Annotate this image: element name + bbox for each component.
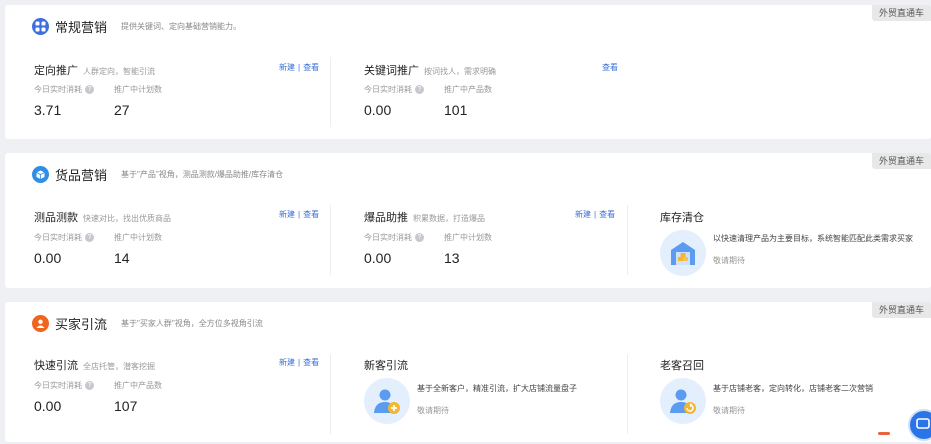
card-actions: 新建 | 查看 [279,358,320,367]
card-title: 库存清仓 [660,212,704,224]
divider [627,354,628,434]
card-title: 关键词推广 按词找人，需求明确 [364,65,496,77]
card-new-customer-traffic[interactable]: 新客引流 基于全新客户，精准引流，扩大店铺流量盘子 敬请期待 [364,357,619,429]
goods-marketing-section: 外贸直通车 货品营销 基于"产品"视角，测品测款/爆品助推/库存清仓 测品测款快… [5,153,931,288]
section-header: 买家引流 基于"买家人群"视角，全方位多视角引流 [32,314,263,333]
stat-spend-value: 0.00 [364,250,392,266]
card-title: 爆品助推 积累数据，打造爆品 [364,212,485,224]
card-subtitle: 按词找人，需求明确 [424,67,496,76]
view-button[interactable]: 查看 [303,358,319,367]
stat-products-label: 推广中产品数 [114,381,162,390]
section-tag: 外贸直通车 [871,153,931,169]
section-tag: 外贸直通车 [871,5,931,21]
stat-plans-label: 推广中计划数 [114,85,162,94]
stat-products-value: 101 [444,102,468,118]
feature-desc: 基于店铺老客，定向转化，店铺老客二次营销 [713,384,873,393]
section-title: 常规营销 [55,20,108,35]
regular-marketing-section: 外贸直通车 常规营销 提供关键词、定向基础营销能力。 定向推广 人群定向，智能引流… [5,5,931,139]
stat-spend-label: 今日实时消耗? [364,232,424,243]
stat-spend-value: 3.71 [34,102,62,118]
stat-plans-value: 13 [444,250,460,266]
card-keyword-promotion: 关键词推广 按词找人，需求明确 查看 今日实时消耗? 推广中产品数 0.00 10… [364,62,624,122]
divider [330,57,331,127]
card-subtitle: 全店托管，潜客挖掘 [83,362,155,371]
new-button[interactable]: 新建 [575,210,591,219]
card-targeted-promotion: 定向推广 人群定向，智能引流 新建 | 查看 今日实时消耗? 推广中计划数 3.71 … [34,62,324,122]
stat-plans-label: 推广中计划数 [114,233,162,242]
help-icon[interactable]: ? [415,233,424,242]
card-actions: 查看 [602,62,618,73]
card-subtitle: 积累数据，打造爆品 [413,214,485,223]
help-icon[interactable]: ? [85,381,94,390]
view-button[interactable]: 查看 [602,63,618,72]
stat-spend-value: 0.00 [34,250,62,266]
stat-products-label: 推广中产品数 [444,85,492,94]
card-title: 测品测款 快速对比，找出优质商品 [34,212,171,224]
section-title: 买家引流 [55,317,108,332]
grid-icon [32,18,49,35]
section-tag: 外贸直通车 [871,302,931,318]
divider [627,205,628,275]
card-title: 新客引流 [364,360,408,372]
view-button[interactable]: 查看 [303,210,319,219]
feature-desc: 基于全新客户，精准引流，扩大店铺流量盘子 [417,384,577,393]
stat-spend-label: 今日实时消耗? [34,84,94,95]
box-icon [32,166,49,183]
stat-plans-value: 14 [114,250,130,266]
card-actions: 新建 | 查看 [279,63,320,72]
feature-desc: 以快速清理产品为主要目标，系统智能匹配此类需求买家 [713,234,913,243]
warehouse-icon [660,230,706,276]
coming-soon-label: 敬请期待 [713,256,745,265]
divider [330,354,331,434]
section-desc: 基于"产品"视角，测品测款/爆品助推/库存清仓 [121,170,284,179]
card-old-customer-recall[interactable]: 老客召回 基于店铺老客，定向转化，店铺老客二次营销 敬请期待 [660,357,900,429]
buyer-traffic-section: 外贸直通车 买家引流 基于"买家人群"视角，全方位多视角引流 快速引流 全店托管，… [5,302,931,442]
view-button[interactable]: 查看 [303,63,319,72]
floating-assistant-button[interactable] [908,409,931,441]
help-icon[interactable]: ? [415,85,424,94]
new-button[interactable]: 新建 [279,210,295,219]
stat-spend-label: 今日实时消耗? [364,84,424,95]
stat-plans-value: 27 [114,102,130,118]
section-desc: 提供关键词、定向基础营销能力。 [121,22,242,31]
section-header: 货品营销 基于"产品"视角，测品测款/爆品助推/库存清仓 [32,165,283,184]
stat-spend-label: 今日实时消耗? [34,232,94,243]
new-button[interactable]: 新建 [279,63,295,72]
help-icon[interactable]: ? [85,233,94,242]
section-desc: 基于"买家人群"视角，全方位多视角引流 [121,319,263,328]
card-subtitle: 人群定向，智能引流 [83,67,155,76]
section-title: 货品营销 [55,168,108,183]
view-button[interactable]: 查看 [599,210,615,219]
card-actions: 新建 | 查看 [575,210,616,219]
card-actions: 新建 | 查看 [279,210,320,219]
card-title: 老客召回 [660,360,704,372]
stat-spend-value: 0.00 [34,398,62,414]
section-header: 常规营销 提供关键词、定向基础营销能力。 [32,17,241,36]
divider [330,205,331,275]
help-icon[interactable]: ? [85,85,94,94]
new-button[interactable]: 新建 [279,358,295,367]
card-product-testing: 测品测款 快速对比，找出优质商品 新建 | 查看 今日实时消耗? 推广中计划数 0.0… [34,209,324,269]
card-title: 快速引流 全店托管，潜客挖掘 [34,360,155,372]
card-inventory-clearance[interactable]: 库存清仓 以快速清理产品为主要目标，系统智能匹配此类需求买家 敬请期待 [660,209,925,279]
stat-products-value: 107 [114,398,138,414]
card-quick-traffic: 快速引流 全店托管，潜客挖掘 新建 | 查看 今日实时消耗? 推广中产品数 0.00 … [34,357,324,417]
card-title: 定向推广 人群定向，智能引流 [34,65,155,77]
add-user-icon [364,378,410,424]
stat-spend-label: 今日实时消耗? [34,380,94,391]
user-icon [32,315,49,332]
stat-spend-value: 0.00 [364,102,392,118]
stat-plans-label: 推广中计划数 [444,233,492,242]
card-subtitle: 快速对比，找出优质商品 [83,214,171,223]
coming-soon-label: 敬请期待 [713,406,745,415]
card-hot-product-boost: 爆品助推 积累数据，打造爆品 新建 | 查看 今日实时消耗? 推广中计划数 0.00 … [364,209,624,269]
coming-soon-label: 敬请期待 [417,406,449,415]
recall-user-icon [660,378,706,424]
